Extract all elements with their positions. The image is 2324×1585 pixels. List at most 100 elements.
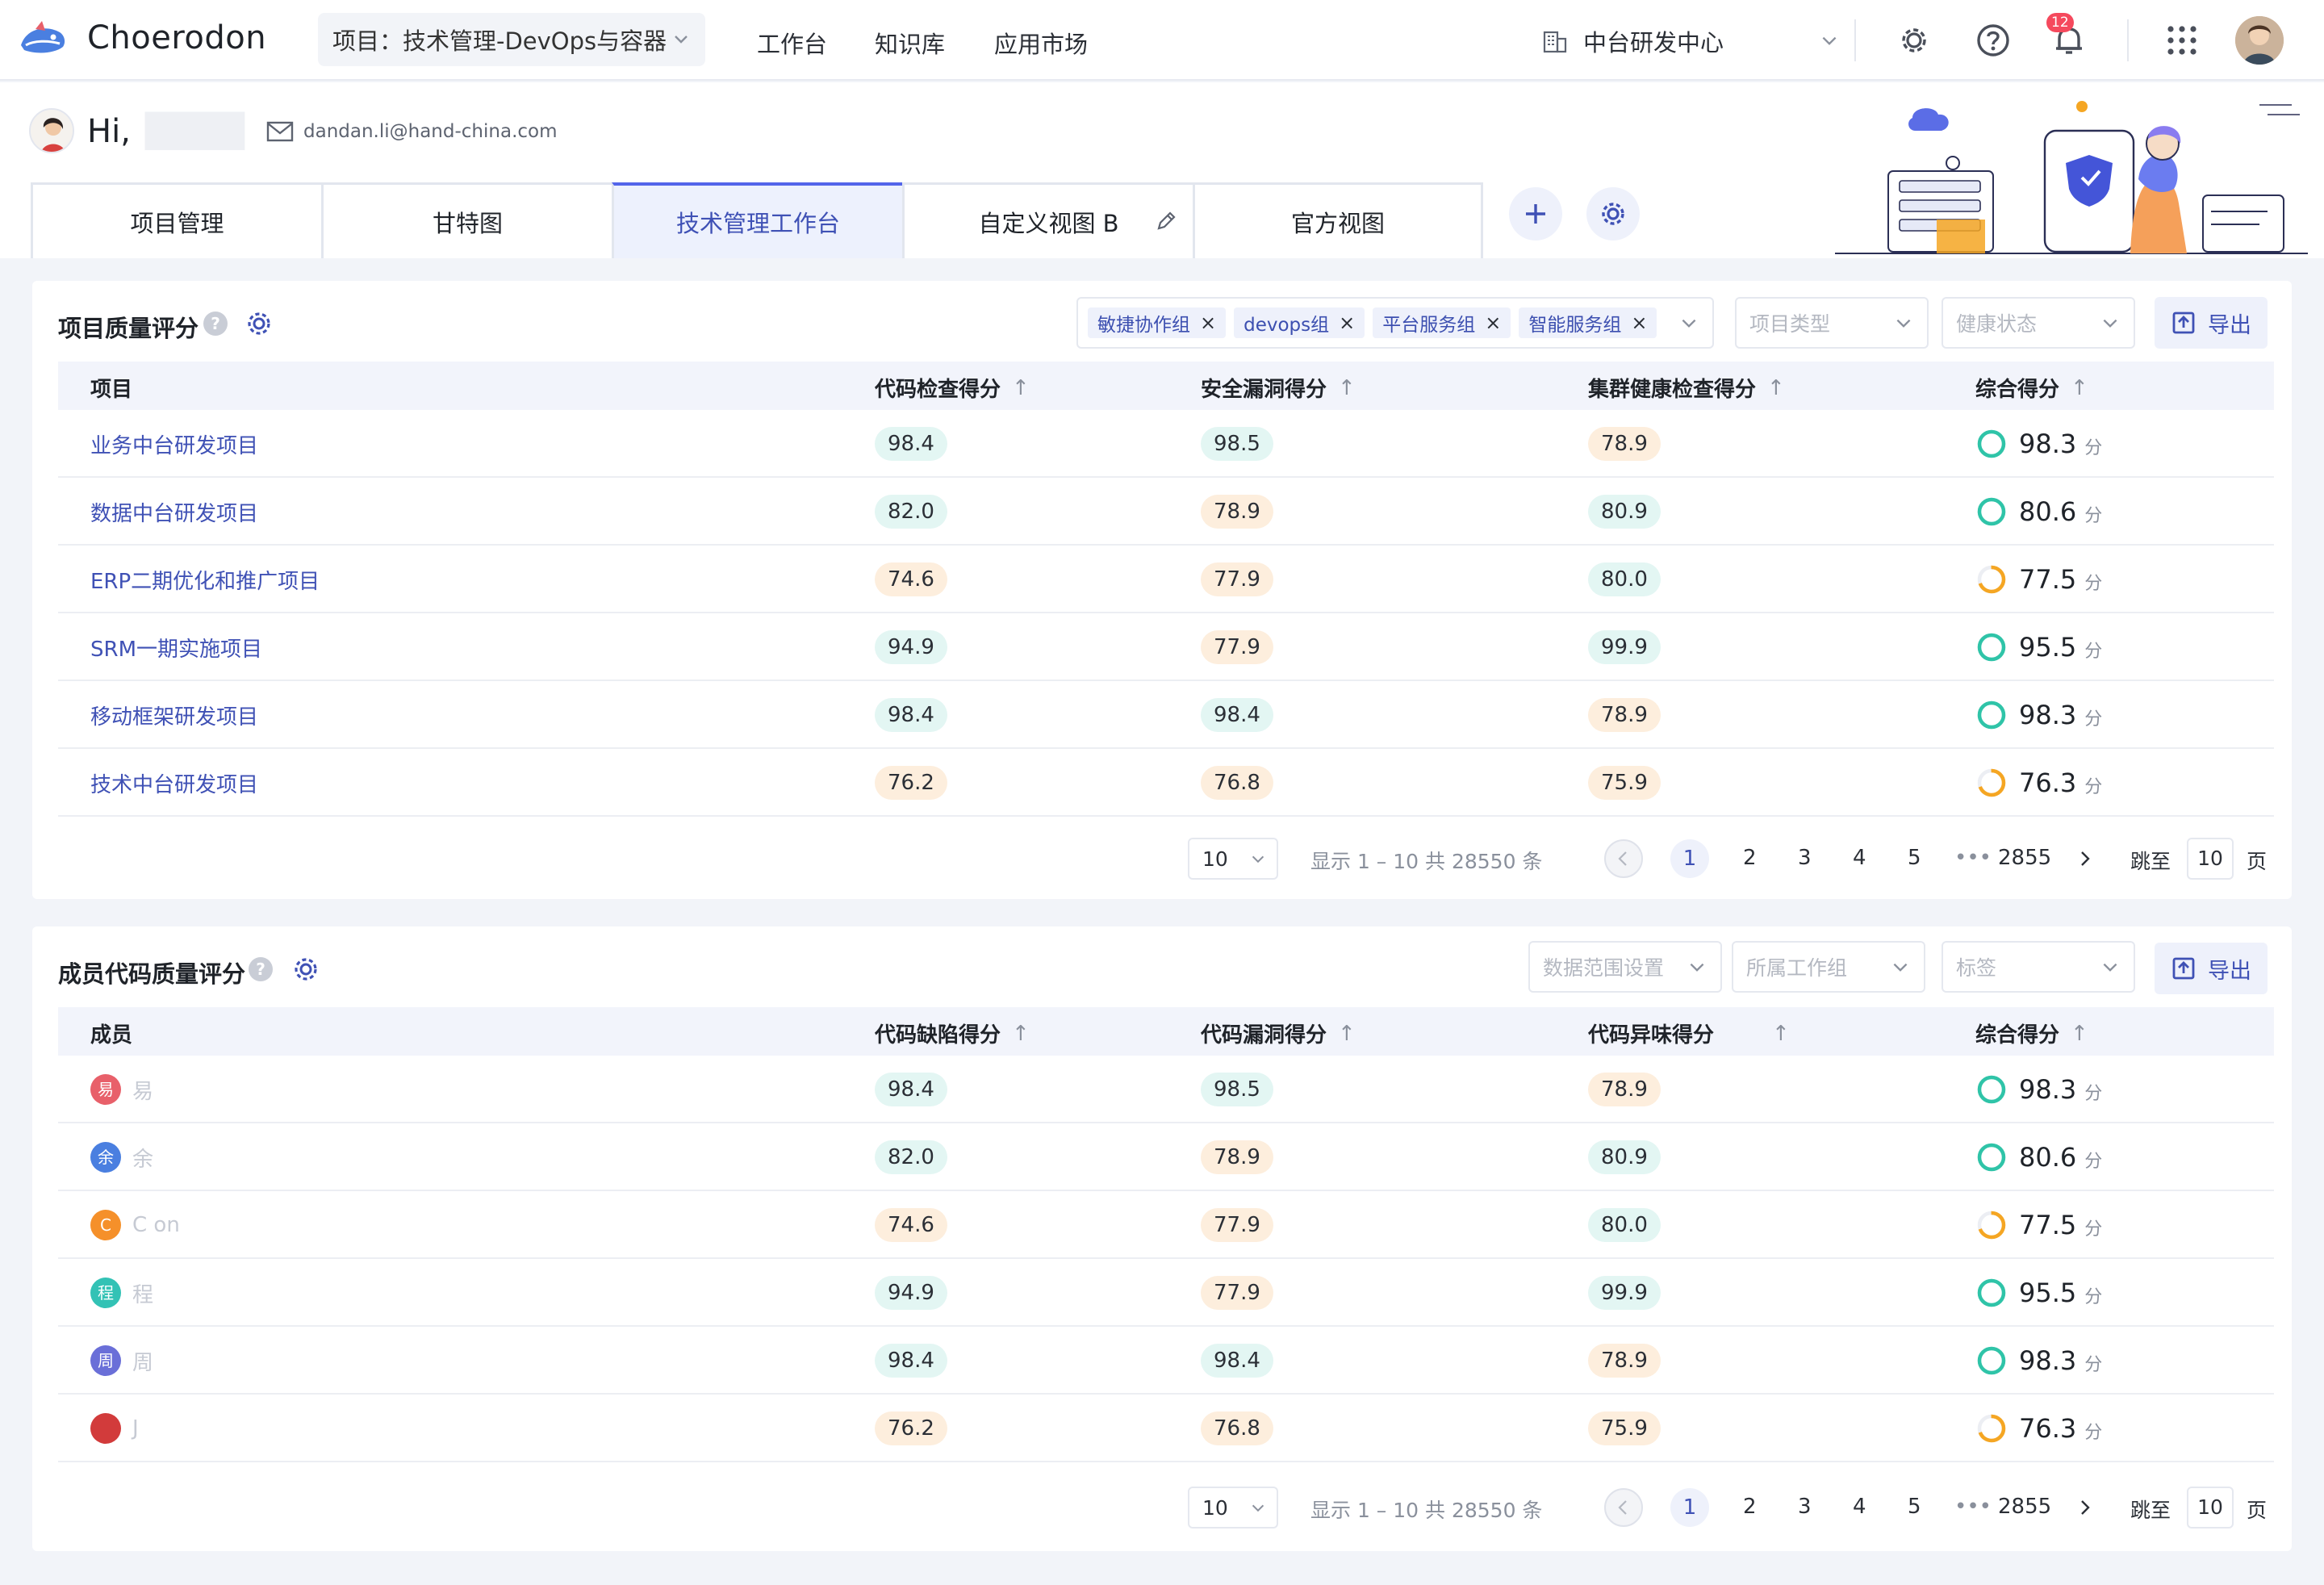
close-icon[interactable]: × xyxy=(1200,312,1216,334)
table-row[interactable]: C C on 74.6 77.9 80.0 77.5 分 xyxy=(58,1191,2274,1259)
sort-arrow-icon[interactable]: ↑ xyxy=(1772,1022,1790,1046)
project-link[interactable]: 业务中台研发项目 xyxy=(90,429,258,459)
gear-icon[interactable] xyxy=(244,308,274,339)
page-number[interactable]: 2 xyxy=(1743,1495,1757,1519)
tab-gantt[interactable]: 甘特图 xyxy=(321,182,612,258)
member-name[interactable]: 程 xyxy=(132,1278,153,1308)
column-header[interactable]: 综合得分 ↑ xyxy=(1975,1018,2088,1048)
project-type-select[interactable]: 项目类型 xyxy=(1735,297,1929,349)
column-header[interactable]: 安全漏洞得分 ↑ xyxy=(1201,373,1356,403)
page-ellipsis[interactable]: ••• xyxy=(1954,846,1992,870)
member-name[interactable]: 周 xyxy=(132,1346,153,1376)
project-link[interactable]: ERP二期优化和推广项目 xyxy=(90,565,320,595)
column-header[interactable]: 代码检查得分 ↑ xyxy=(875,373,1030,403)
close-icon[interactable]: × xyxy=(1339,312,1355,334)
member-name[interactable]: 易 xyxy=(132,1075,153,1105)
app-grid-icon[interactable] xyxy=(2163,21,2201,60)
page-number[interactable]: 2855 xyxy=(1998,1495,2051,1519)
member-name[interactable]: J xyxy=(132,1416,139,1441)
close-icon[interactable]: × xyxy=(1631,312,1647,334)
export-button[interactable]: 导出 xyxy=(2155,297,2268,349)
team-tag-filter[interactable]: 敏捷协作组 × devops组 × 平台服务组 × 智能服务组 × xyxy=(1076,297,1714,349)
page-number[interactable]: 5 xyxy=(1908,846,1921,870)
jump-page-input[interactable]: 10 xyxy=(2187,1487,2234,1529)
project-link[interactable]: 数据中台研发项目 xyxy=(90,497,258,527)
page-ellipsis[interactable]: ••• xyxy=(1954,1495,1992,1519)
project-link[interactable]: SRM一期实施项目 xyxy=(90,633,262,663)
sort-arrow-icon[interactable]: ↑ xyxy=(2071,376,2088,400)
work-group-select[interactable]: 所属工作组 xyxy=(1732,941,1925,993)
nav-app-market[interactable]: 应用市场 xyxy=(994,26,1088,60)
sort-arrow-icon[interactable]: ↑ xyxy=(2071,1022,2088,1046)
column-header[interactable]: 代码缺陷得分 ↑ xyxy=(875,1018,1030,1048)
page-size-select[interactable]: 10 xyxy=(1188,838,1278,880)
page-number[interactable]: 5 xyxy=(1908,1495,1921,1519)
prev-page-button[interactable] xyxy=(1604,839,1643,878)
brand-name[interactable]: Choerodon xyxy=(87,19,266,56)
choerodon-logo-icon[interactable] xyxy=(18,18,68,63)
sort-arrow-icon[interactable]: ↑ xyxy=(1338,1022,1356,1046)
prev-page-button[interactable] xyxy=(1604,1488,1643,1527)
user-avatar[interactable] xyxy=(2235,16,2284,65)
help-icon[interactable]: ? xyxy=(249,957,273,981)
filter-tag[interactable]: 平台服务组 × xyxy=(1373,307,1511,338)
project-link[interactable]: 技术中台研发项目 xyxy=(90,768,258,798)
sort-arrow-icon[interactable]: ↑ xyxy=(1012,376,1030,400)
page-size-select[interactable]: 10 xyxy=(1188,1487,1278,1529)
tab-project-management[interactable]: 项目管理 xyxy=(31,182,321,258)
table-row[interactable]: 余余 82.0 78.9 80.9 80.6 分 xyxy=(58,1123,2274,1191)
page-number[interactable]: 1 xyxy=(1670,839,1709,878)
table-row[interactable]: 技术中台研发项目 76.2 76.8 75.9 76.3 分 xyxy=(58,749,2274,817)
data-range-select[interactable]: 数据范围设置 xyxy=(1528,941,1722,993)
tab-tech-management[interactable]: 技术管理工作台 xyxy=(612,182,902,258)
label-select[interactable]: 标签 xyxy=(1942,941,2135,993)
filter-tag[interactable]: 敏捷协作组 × xyxy=(1088,307,1227,338)
close-icon[interactable]: × xyxy=(1485,312,1501,334)
table-row[interactable]: 易易 98.4 98.5 78.9 98.3 分 xyxy=(58,1056,2274,1123)
chevron-right-icon[interactable] xyxy=(2074,847,2096,870)
view-settings-button[interactable] xyxy=(1586,187,1640,240)
member-name[interactable]: C on xyxy=(132,1213,180,1237)
help-icon[interactable]: ? xyxy=(203,312,228,336)
table-row[interactable]: 移动框架研发项目 98.4 98.4 78.9 98.3 分 xyxy=(58,681,2274,749)
edit-pencil-icon[interactable] xyxy=(1154,209,1178,233)
table-row[interactable]: ERP二期优化和推广项目 74.6 77.9 80.0 77.5 分 xyxy=(58,546,2274,613)
sort-arrow-icon[interactable]: ↑ xyxy=(1012,1022,1030,1046)
member-name[interactable]: 余 xyxy=(132,1143,153,1173)
jump-page-input[interactable]: 10 xyxy=(2187,838,2234,880)
project-link[interactable]: 移动框架研发项目 xyxy=(90,700,258,730)
column-header[interactable]: 代码漏洞得分 ↑ xyxy=(1201,1018,1356,1048)
table-row[interactable]: 周周 98.4 98.4 78.9 98.3 分 xyxy=(58,1327,2274,1395)
table-row[interactable]: 业务中台研发项目 98.4 98.5 78.9 98.3 分 xyxy=(58,410,2274,478)
page-number[interactable]: 3 xyxy=(1798,846,1812,870)
help-icon[interactable] xyxy=(1974,21,2013,60)
project-select[interactable]: 项目：技术管理-DevOps与容器 xyxy=(318,13,705,66)
table-row[interactable]: J 76.2 76.8 75.9 76.3 分 xyxy=(58,1395,2274,1462)
column-header[interactable]: 代码异味得分 ↑ xyxy=(1588,1018,1790,1048)
gear-icon[interactable] xyxy=(290,954,321,985)
tab-official-view[interactable]: 官方视图 xyxy=(1193,182,1483,258)
table-row[interactable]: 程程 94.9 77.9 99.9 95.5 分 xyxy=(58,1259,2274,1327)
page-number[interactable]: 4 xyxy=(1853,846,1866,870)
organization-select[interactable]: 中台研发中心 xyxy=(1541,21,1840,61)
column-header[interactable]: 集群健康检查得分 ↑ xyxy=(1588,373,1785,403)
page-number[interactable]: 1 xyxy=(1670,1488,1709,1527)
page-number[interactable]: 4 xyxy=(1853,1495,1866,1519)
filter-tag[interactable]: devops组 × xyxy=(1234,307,1365,338)
nav-workbench[interactable]: 工作台 xyxy=(757,26,827,60)
column-header[interactable]: 综合得分 ↑ xyxy=(1975,373,2088,403)
chevron-right-icon[interactable] xyxy=(2074,1496,2096,1519)
sort-arrow-icon[interactable]: ↑ xyxy=(1338,376,1356,400)
nav-knowledge[interactable]: 知识库 xyxy=(875,26,945,60)
sort-arrow-icon[interactable]: ↑ xyxy=(1767,376,1785,400)
table-row[interactable]: 数据中台研发项目 82.0 78.9 80.9 80.6 分 xyxy=(58,478,2274,546)
settings-gear-icon[interactable] xyxy=(1895,21,1933,60)
health-status-select[interactable]: 健康状态 xyxy=(1942,297,2135,349)
tab-custom-view-b[interactable]: 自定义视图 B xyxy=(902,182,1193,258)
page-number[interactable]: 3 xyxy=(1798,1495,1812,1519)
table-row[interactable]: SRM一期实施项目 94.9 77.9 99.9 95.5 分 xyxy=(58,613,2274,681)
page-number[interactable]: 2855 xyxy=(1998,846,2051,870)
export-button[interactable]: 导出 xyxy=(2155,943,2268,994)
add-view-button[interactable] xyxy=(1509,187,1562,240)
filter-tag[interactable]: 智能服务组 × xyxy=(1519,307,1657,338)
